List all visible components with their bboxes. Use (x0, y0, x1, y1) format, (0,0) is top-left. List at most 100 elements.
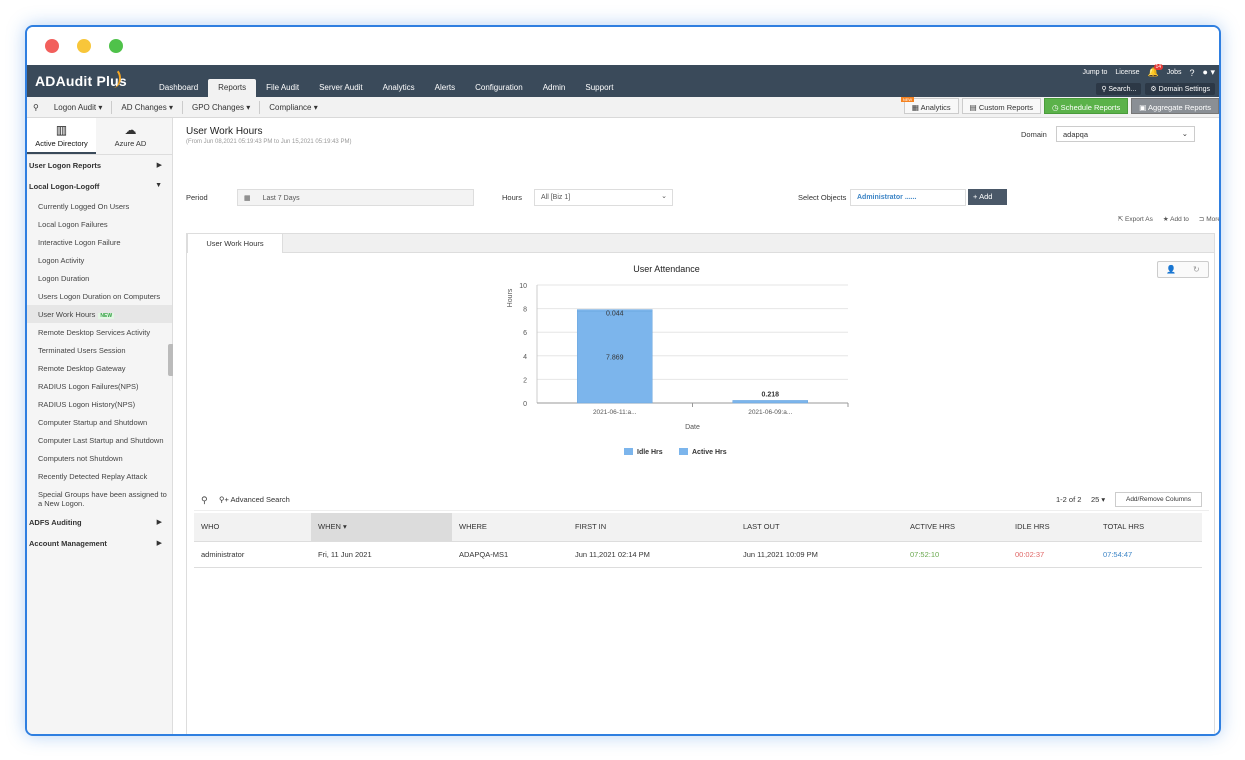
sidebar-item[interactable]: RADIUS Logon History(NPS) (27, 395, 172, 413)
section-account-management[interactable]: Account Management ▶ (27, 533, 172, 554)
aggregate-reports-button[interactable]: ▣ Aggregate Reports (1131, 98, 1219, 114)
main-nav-tabs: Dashboard Reports File Audit Server Audit An… (149, 79, 623, 97)
column-header-who[interactable]: WHO (194, 513, 311, 542)
column-header-idle-hrs[interactable]: IDLE HRS (1008, 513, 1096, 542)
sidebar-item[interactable]: Remote Desktop Gateway (27, 359, 172, 377)
user-avatar-icon[interactable]: ● ▾ (1203, 67, 1215, 78)
sidebar-item[interactable]: Special Groups have been assigned to a N… (27, 485, 172, 512)
nav-tab-alerts[interactable]: Alerts (425, 79, 465, 97)
nav-tab-server-audit[interactable]: Server Audit (309, 79, 373, 97)
domain-select[interactable]: adapqa ⌄ (1056, 126, 1195, 142)
hours-select[interactable]: All [Biz 1] ⌄ (534, 189, 673, 206)
sidebar-item[interactable]: Computer Last Startup and Shutdown (27, 431, 172, 449)
tab-azure-ad[interactable]: ☁ Azure AD (96, 118, 165, 154)
column-label: WHERE (459, 522, 487, 532)
search-button[interactable]: ⚲ Search... (1096, 83, 1142, 95)
sidebar-item[interactable]: Users Logon Duration on Computers (27, 287, 172, 305)
y-tick-label: 6 (523, 330, 527, 337)
menu-label: AD Changes (121, 103, 167, 112)
sidebar-item[interactable]: Local Logon Failures (27, 215, 172, 233)
menu-ad-changes[interactable]: AD Changes ▾ (112, 101, 183, 114)
sidebar-item[interactable]: Currently Logged On Users (27, 197, 172, 215)
work-hours-table: WHO WHEN ▾ WHERE FIRST IN LAST OUT ACTIVE HRS… (194, 513, 1202, 568)
sidebar-item[interactable]: Logon Activity (27, 251, 172, 269)
cell-total-hrs: 07:54:47 (1096, 541, 1202, 568)
analytics-button[interactable]: NEW ▦ Analytics (900, 97, 959, 114)
column-header-total-hrs[interactable]: TOTAL HRS (1096, 513, 1202, 542)
close-window-button[interactable] (45, 39, 59, 53)
minimize-window-button[interactable] (77, 39, 91, 53)
add-to-button[interactable]: ★ Add to (1163, 215, 1189, 223)
sidebar-item-label: RADIUS Logon Failures(NPS) (38, 381, 139, 391)
y-tick-label: 10 (519, 283, 527, 290)
search-icon[interactable]: ⚲ (31, 101, 45, 114)
report-panel: User Attendance 0 2 4 6 8 10 Hours 2021-06-11:a.… (186, 253, 1215, 734)
sidebar-item[interactable]: Recently Detected Replay Attack (27, 467, 172, 485)
nav-tab-file-audit[interactable]: File Audit (256, 79, 309, 97)
more-button[interactable]: ⊐ More (1199, 215, 1219, 223)
help-icon[interactable]: ? (1190, 68, 1195, 78)
bell-icon[interactable]: 🔔 14 (1148, 64, 1164, 78)
column-header-active-hrs[interactable]: ACTIVE HRS (903, 513, 1008, 542)
page-title: User Work Hours (186, 126, 263, 137)
section-local-logon-logoff[interactable]: Local Logon-Logoff ▼ (27, 176, 172, 197)
domain-settings-button[interactable]: ⚙ Domain Settings (1145, 83, 1215, 95)
add-objects-button[interactable]: + Add (968, 189, 1007, 205)
aggregate-icon: ▣ (1139, 103, 1147, 112)
tab-active-directory[interactable]: ▥ Active Directory (27, 118, 96, 154)
sidebar-item-label: Remote Desktop Services Activity (38, 327, 151, 337)
sidebar-item[interactable]: User Work Hours NEW (27, 305, 172, 323)
sidebar-item-label: Special Groups have been assigned to a N… (38, 489, 167, 508)
menu-compliance[interactable]: Compliance ▾ (260, 101, 327, 114)
sidebar-item[interactable]: RADIUS Logon Failures(NPS) (27, 377, 172, 395)
sidebar-item[interactable]: Remote Desktop Services Activity (27, 323, 172, 341)
custom-reports-button[interactable]: ▤ Custom Reports (961, 98, 1041, 114)
schedule-reports-button[interactable]: ◷ Schedule Reports (1044, 98, 1129, 114)
nav-tab-configuration[interactable]: Configuration (465, 79, 533, 97)
section-adfs-auditing[interactable]: ADFS Auditing ▶ (27, 512, 172, 533)
sidebar-item-label: Logon Duration (38, 273, 90, 283)
sidebar-item[interactable]: Interactive Logon Failure (27, 233, 172, 251)
nav-tab-reports[interactable]: Reports (208, 79, 257, 97)
jobs-link[interactable]: Jobs (1167, 69, 1182, 76)
tab-user-work-hours[interactable]: User Work Hours (187, 233, 283, 254)
column-header-when[interactable]: WHEN ▾ (311, 513, 452, 542)
bar-idle-hrs (732, 400, 808, 404)
menu-gpo-changes[interactable]: GPO Changes ▾ (183, 101, 261, 114)
nav-tab-analytics[interactable]: Analytics (373, 79, 425, 97)
sidebar-item[interactable]: Computer Startup and Shutdown (27, 413, 172, 431)
export-button[interactable]: ⇱ Export As (1118, 215, 1153, 223)
nav-tab-dashboard[interactable]: Dashboard (149, 79, 208, 97)
nav-tab-support[interactable]: Support (575, 79, 623, 97)
chart-tools: 👤 ↻ (1157, 261, 1209, 278)
aggregate-reports-label: Aggregate Reports (1148, 103, 1211, 112)
jump-to-link[interactable]: Jump to (1082, 69, 1107, 76)
sidebar-item[interactable]: Computers not Shutdown (27, 449, 172, 467)
column-header-where[interactable]: WHERE (452, 513, 568, 542)
sidebar-item[interactable]: Logon Duration (27, 269, 172, 287)
section-user-logon-reports[interactable]: User Logon Reports ▶ (27, 155, 172, 176)
table-row[interactable]: administrator Fri, 11 Jun 2021 ADAPQA-MS1 J… (194, 541, 1202, 568)
select-objects-input[interactable]: Administrator ...... (850, 189, 966, 206)
data-label: 0.044 (606, 311, 624, 318)
cell-where: ADAPQA-MS1 (452, 541, 568, 568)
add-remove-columns-button[interactable]: Add/Remove Columns (1115, 492, 1202, 507)
x-axis-label: Date (685, 424, 700, 431)
search-icon[interactable]: ⚲ (201, 495, 208, 506)
column-header-last-out[interactable]: LAST OUT (736, 513, 903, 542)
sidebar-item-label: RADIUS Logon History(NPS) (38, 399, 136, 409)
period-select[interactable]: ▦ Last 7 Days (237, 189, 474, 206)
chart-type-icon[interactable]: ↻ (1193, 265, 1200, 274)
user-icon[interactable]: 👤 (1166, 265, 1176, 274)
column-header-first-in[interactable]: FIRST IN (568, 513, 736, 542)
menu-logon-audit[interactable]: Logon Audit ▾ (45, 101, 113, 114)
data-label: 0.218 (761, 391, 779, 398)
per-page-select[interactable]: 25 ▾ (1091, 495, 1105, 504)
domain-value: adapqa (1063, 130, 1089, 139)
sidebar-item[interactable]: Terminated Users Session (27, 341, 172, 359)
sidebar-item-label: Recently Detected Replay Attack (38, 471, 148, 481)
advanced-search-link[interactable]: ⚲+ Advanced Search (219, 495, 290, 504)
nav-tab-admin[interactable]: Admin (533, 79, 576, 97)
license-link[interactable]: License (1115, 69, 1139, 76)
maximize-window-button[interactable] (109, 39, 123, 53)
